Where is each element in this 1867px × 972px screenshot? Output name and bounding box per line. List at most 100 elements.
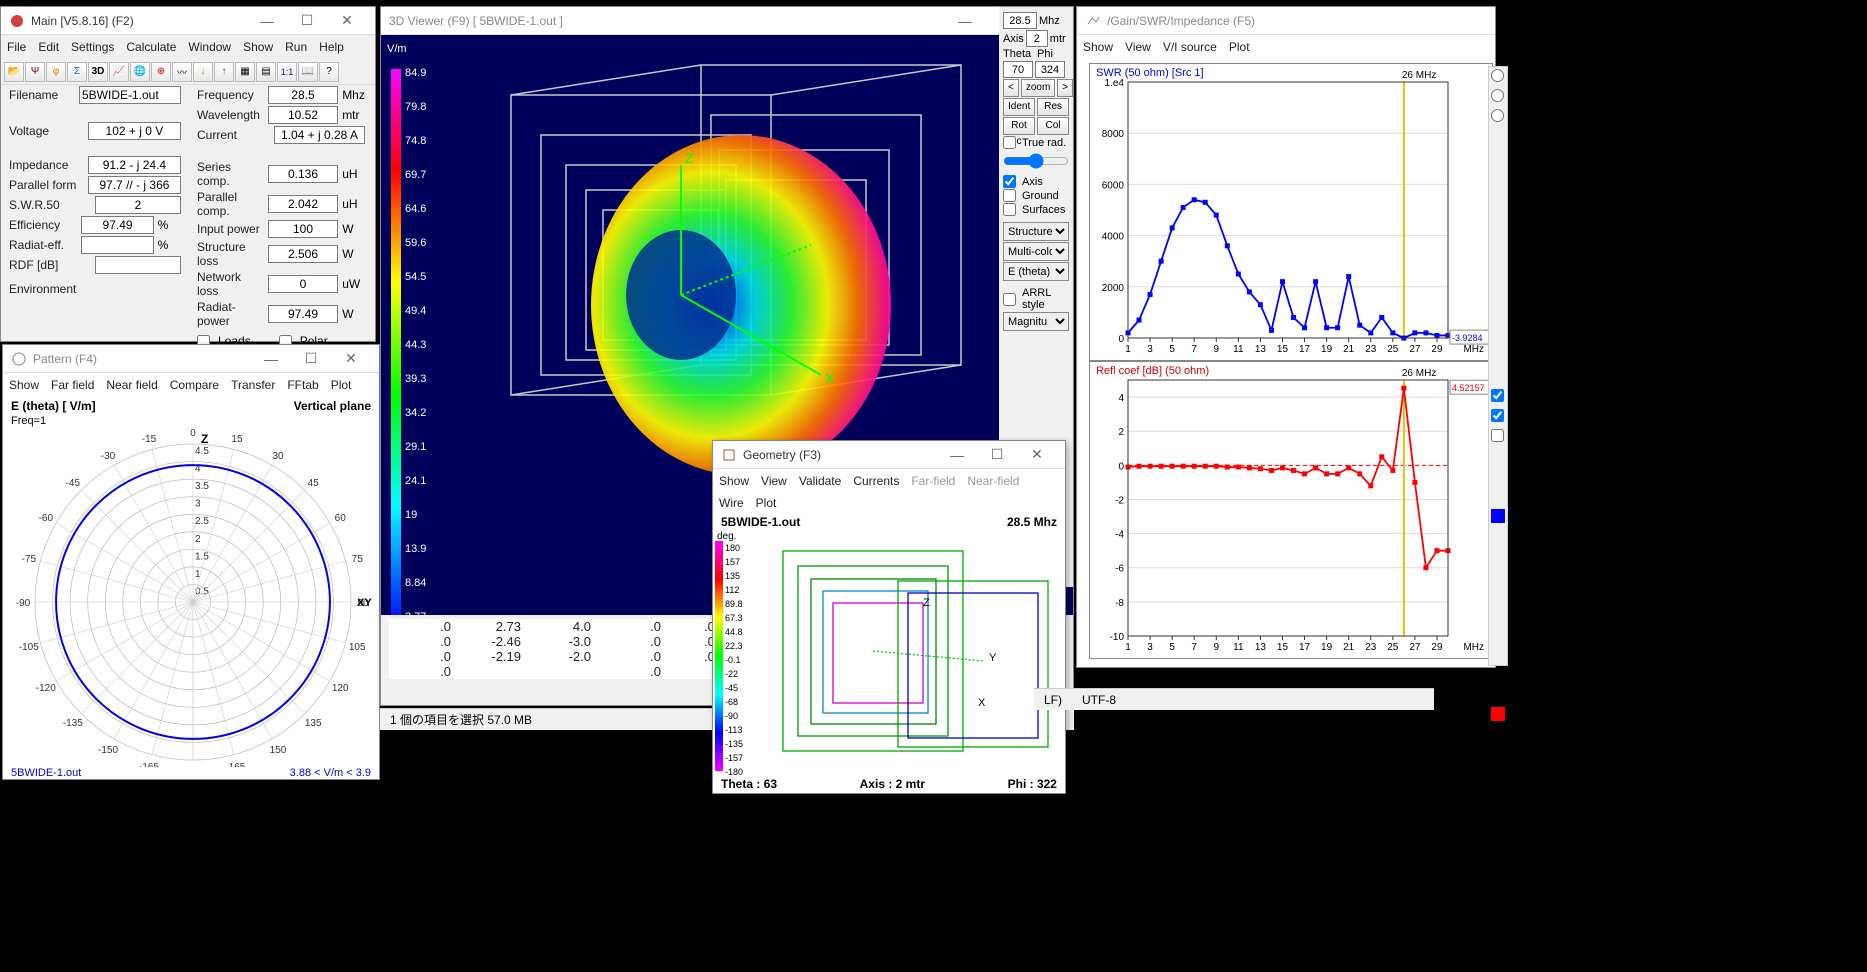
tb-sigma-icon[interactable]: Σ — [67, 62, 87, 82]
sp-phi[interactable] — [1035, 61, 1065, 78]
tb-phi-icon[interactable]: φ — [46, 62, 66, 82]
parallelform-value: 97.7 // - j 366 — [88, 176, 181, 194]
edge-radio-2[interactable] — [1491, 89, 1504, 102]
gmenu2-plot[interactable]: Plot — [1229, 40, 1250, 54]
edge-chk-3[interactable] — [1491, 429, 1504, 442]
menu-file[interactable]: File — [7, 40, 26, 54]
edge-chk-2[interactable] — [1491, 409, 1504, 422]
sp-structure-sel[interactable]: Structure — [1003, 222, 1069, 241]
pmenu-fftab[interactable]: FFtab — [287, 378, 318, 392]
viewer3d-title: 3D Viewer (F9) [ 5BWIDE-1.out ] — [389, 14, 945, 28]
tb-wave-icon[interactable]: 〰 — [172, 62, 192, 82]
pmenu-plot[interactable]: Plot — [331, 378, 352, 392]
geo-maximize[interactable]: ☐ — [977, 443, 1017, 467]
gmenu2-view[interactable]: View — [1125, 40, 1151, 54]
gmenu-view[interactable]: View — [761, 474, 787, 488]
tb-arrow-icon[interactable]: ↓ — [193, 62, 213, 82]
menu-window[interactable]: Window — [188, 40, 231, 54]
sp-multi-sel[interactable]: Multi-colo — [1003, 242, 1069, 261]
tb-open-icon[interactable]: 📂 — [4, 62, 24, 82]
sp-theta[interactable] — [1003, 61, 1033, 78]
sp-axis-chk[interactable] — [1003, 175, 1016, 188]
main-titlebar[interactable]: Main [V5.8.16] (F2) — ☐ ✕ — [1, 7, 375, 35]
pmenu-compare[interactable]: Compare — [170, 378, 219, 392]
menu-show[interactable]: Show — [243, 40, 273, 54]
tb-help-icon[interactable]: ? — [319, 62, 339, 82]
sp-res[interactable]: Res — [1037, 98, 1069, 116]
refl-chart[interactable]: -10-8-6-4-20241357911131517192123252729M… — [1089, 361, 1493, 659]
sp-zoom-right[interactable]: > — [1057, 79, 1073, 97]
tb-grid-icon[interactable]: ▦ — [235, 62, 255, 82]
svg-text:4.5: 4.5 — [195, 446, 209, 457]
geometry-titlebar[interactable]: Geometry (F3) — ☐ ✕ — [713, 441, 1065, 469]
gsub-plot[interactable]: Plot — [756, 496, 777, 510]
sp-axis[interactable] — [1026, 30, 1048, 47]
sp-surf-chk[interactable] — [1003, 203, 1016, 216]
sp-slider[interactable] — [1003, 153, 1069, 169]
tb-book-icon[interactable]: 📖 — [298, 62, 318, 82]
edge-chk-1[interactable] — [1491, 389, 1504, 402]
gmenu-currents[interactable]: Currents — [853, 474, 899, 488]
tb-grid2-icon[interactable]: ▤ — [256, 62, 276, 82]
gmenu-show[interactable]: Show — [719, 474, 749, 488]
pattern-close[interactable]: ✕ — [331, 347, 371, 371]
radeff-value — [81, 236, 153, 254]
minimize-button[interactable]: — — [247, 9, 287, 33]
tb-3d-icon[interactable]: 3D — [88, 62, 108, 82]
pmenu-farfield[interactable]: Far field — [51, 378, 94, 392]
gmenu2-vi[interactable]: V/I source — [1163, 40, 1217, 54]
sp-zoom-left[interactable]: < — [1003, 79, 1019, 97]
sp-zoom[interactable]: zoom — [1021, 79, 1055, 97]
svg-text:X: X — [978, 697, 986, 709]
pmenu-transfer[interactable]: Transfer — [231, 378, 275, 392]
pmenu-nearfield[interactable]: Near field — [106, 378, 157, 392]
gmenu-validate[interactable]: Validate — [799, 474, 841, 488]
svg-text:-75: -75 — [22, 554, 37, 565]
tb-globe-icon[interactable]: 🌐 — [130, 62, 150, 82]
geo-close[interactable]: ✕ — [1017, 443, 1057, 467]
tb-arrowup-icon[interactable]: ↑ — [214, 62, 234, 82]
tb-chart-icon[interactable]: 📈 — [109, 62, 129, 82]
edge-radio-1[interactable] — [1491, 69, 1504, 82]
maximize-button[interactable]: ☐ — [287, 9, 327, 33]
geo-minimize[interactable]: — — [937, 443, 977, 467]
pattern-maximize[interactable]: ☐ — [291, 347, 331, 371]
sp-efield-sel[interactable]: E (theta) — [1003, 262, 1069, 281]
tb-ant-icon[interactable]: Ψ — [25, 62, 45, 82]
sp-ground-chk[interactable] — [1003, 189, 1016, 202]
close-button[interactable]: ✕ — [327, 9, 367, 33]
menu-settings[interactable]: Settings — [71, 40, 114, 54]
viewer3d-titlebar[interactable]: 3D Viewer (F9) [ 5BWIDE-1.out ] — ☐ ✕ — [381, 7, 1073, 35]
sp-freq[interactable] — [1003, 12, 1037, 29]
filename-input[interactable] — [79, 86, 181, 104]
pattern-minimize[interactable]: — — [251, 347, 291, 371]
tb-11-icon[interactable]: 1:1 — [277, 62, 297, 82]
tb-sweep-icon[interactable]: ⊕ — [151, 62, 171, 82]
sp-rotc[interactable]: Rot c — [1003, 117, 1035, 135]
menu-edit[interactable]: Edit — [38, 40, 59, 54]
gmenu-nearfield[interactable]: Near-field — [967, 474, 1019, 488]
swr-chart[interactable]: 020004000600080001.e41357911131517192123… — [1089, 63, 1493, 361]
v3d-minimize[interactable]: — — [945, 9, 985, 33]
pmenu-show[interactable]: Show — [9, 378, 39, 392]
svg-text:MHz: MHz — [1463, 344, 1484, 355]
gmenu-farfield[interactable]: Far-field — [911, 474, 955, 488]
wavelength-unit: mtr — [342, 108, 365, 122]
sp-arrl-chk[interactable] — [1003, 293, 1016, 306]
sp-ident[interactable]: Ident — [1003, 98, 1035, 116]
svg-text:75: 75 — [352, 554, 364, 565]
menu-calculate[interactable]: Calculate — [126, 40, 176, 54]
gain-titlebar[interactable]: /Gain/SWR/Impedance (F5) — [1077, 7, 1495, 35]
svg-text:Z: Z — [685, 150, 694, 166]
menu-run[interactable]: Run — [285, 40, 307, 54]
sp-truerad-chk[interactable] — [1003, 136, 1016, 149]
edge-radio-3[interactable] — [1491, 109, 1504, 122]
sp-magnitude-sel[interactable]: Magnitu — [1003, 312, 1069, 331]
pattern-titlebar[interactable]: Pattern (F4) — ☐ ✕ — [3, 345, 379, 373]
gsub-wire[interactable]: Wire — [719, 496, 744, 510]
svg-text:45: 45 — [308, 478, 320, 489]
menu-help[interactable]: Help — [319, 40, 344, 54]
sp-col[interactable]: Col — [1037, 117, 1069, 135]
geometry-canvas[interactable]: Z Y X — [753, 531, 1063, 775]
gmenu2-show[interactable]: Show — [1083, 40, 1113, 54]
